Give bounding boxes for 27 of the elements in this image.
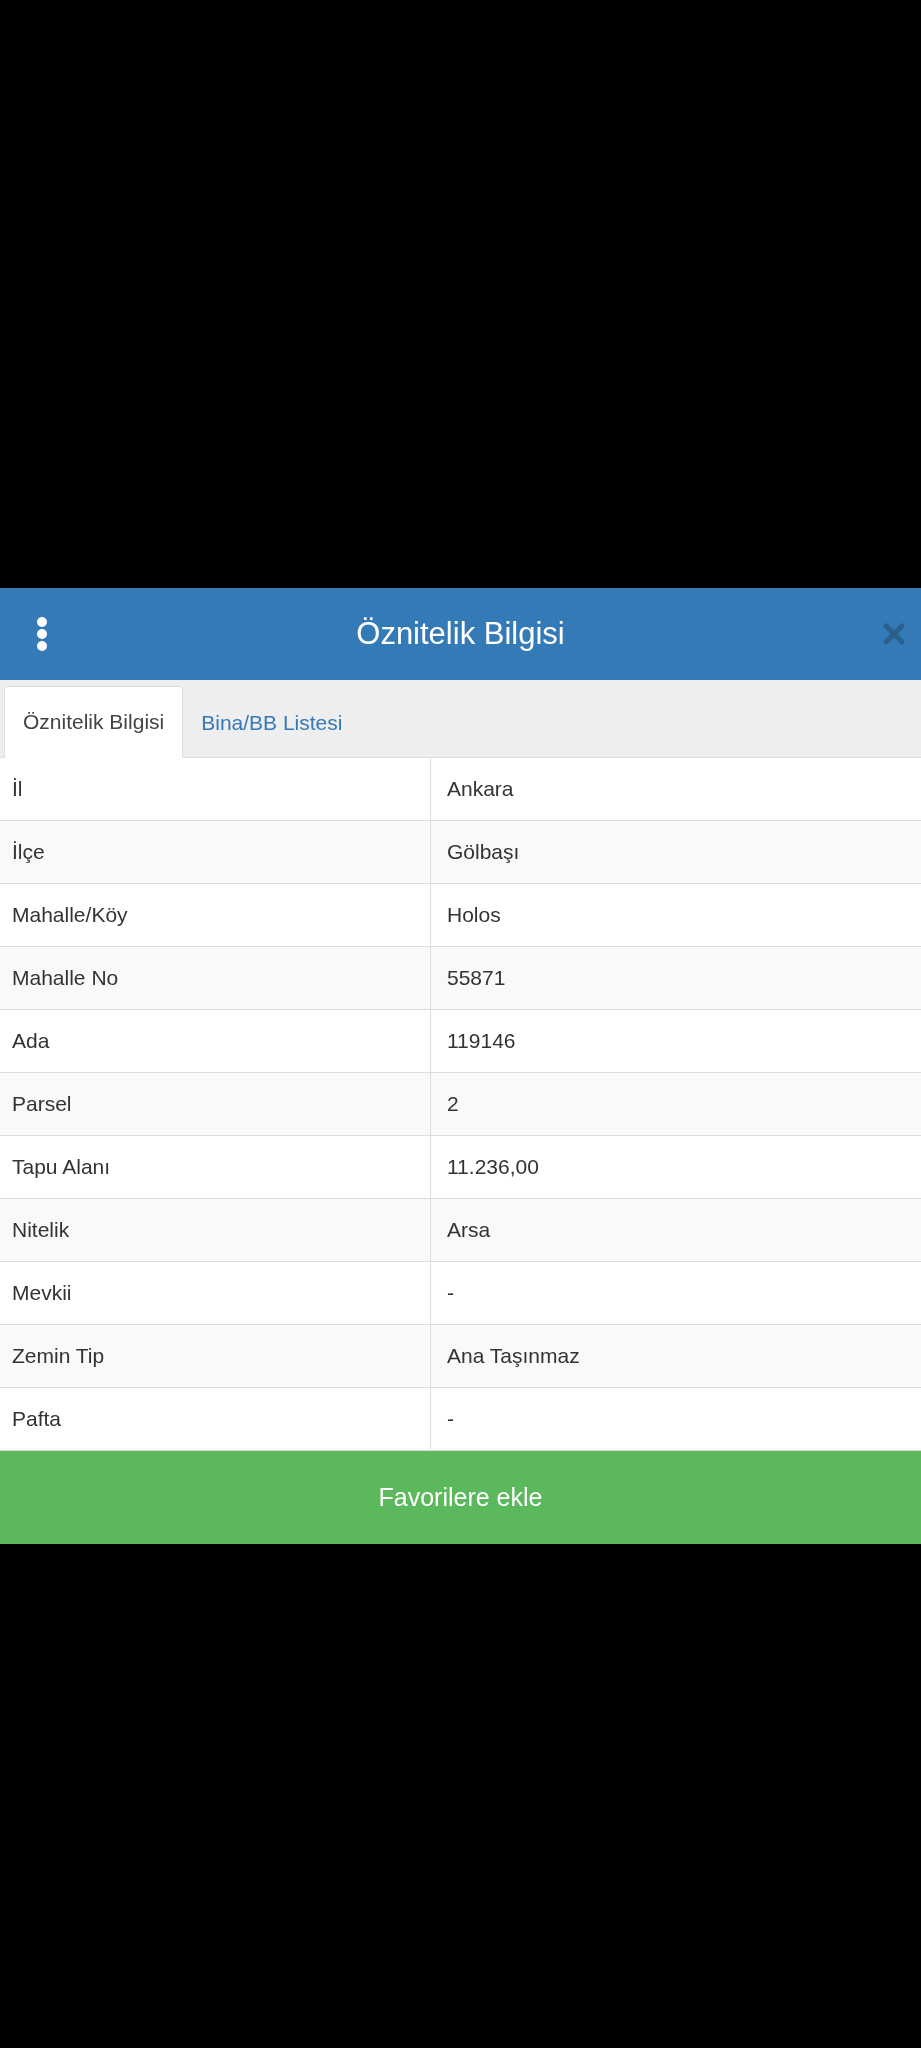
menu-icon[interactable]	[36, 617, 48, 651]
table-cell-text: 11.236,00	[446, 1154, 540, 1180]
table-cell: Mevkii	[0, 1262, 431, 1324]
table-cell-text: 55871	[446, 965, 507, 991]
tab[interactable]: Öznitelik Bilgisi	[4, 686, 184, 758]
table-cell-text: Gölbaşı	[446, 839, 521, 865]
table-cell-text: Ankara	[446, 776, 515, 802]
table-cell: Mahalle/Köy	[0, 884, 431, 946]
table-cell: Pafta	[0, 1388, 431, 1450]
table-cell-text: Holos	[446, 902, 502, 928]
table-cell: Parsel	[0, 1073, 431, 1135]
table-cell: İl	[0, 758, 431, 820]
table-cell-text: Ana Taşınmaz	[446, 1343, 581, 1369]
add-to-favorites-button[interactable]: Favorilere ekle	[0, 1451, 921, 1544]
table-cell: Nitelik	[0, 1199, 431, 1261]
table-cell: Mahalle No	[0, 947, 431, 1009]
table-cell-text: -	[446, 1280, 455, 1306]
table-cell: Ada	[0, 1010, 431, 1072]
table-cell: Tapu Alanı	[0, 1136, 431, 1198]
table-cell-text: -	[446, 1406, 455, 1432]
table-cell-text: 2	[446, 1091, 460, 1117]
table-cell: Zemin Tip	[0, 1325, 431, 1387]
dialog-title: Öznitelik Bilgisi	[356, 616, 565, 652]
table-cell-text: Arsa	[446, 1217, 492, 1243]
tab[interactable]: Bina/BB Listesi	[183, 688, 361, 758]
table-cell-text: 119146	[446, 1028, 517, 1054]
table-cell: İlçe	[0, 821, 431, 883]
